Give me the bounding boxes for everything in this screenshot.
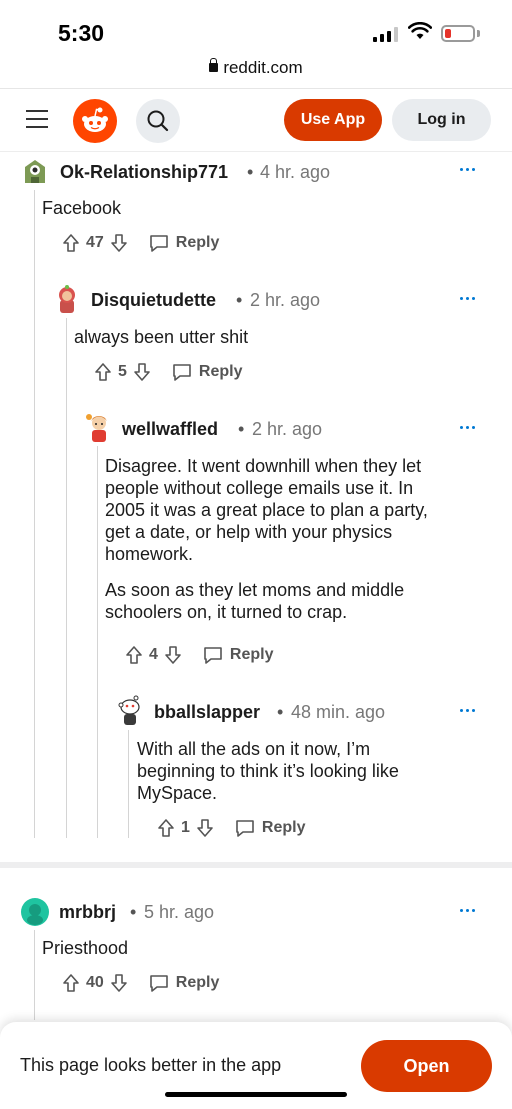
vote-count: 4	[149, 646, 158, 663]
address-bar[interactable]: reddit.com	[0, 58, 512, 86]
downvote-icon[interactable]	[133, 362, 151, 382]
comment-body: Priesthood	[42, 938, 129, 958]
vote-count: 40	[86, 974, 104, 991]
cellular-signal-icon	[373, 26, 399, 42]
reply-icon[interactable]	[202, 645, 224, 665]
search-icon	[147, 110, 169, 132]
vote-count: 5	[118, 363, 127, 380]
status-bar: 5:30	[0, 0, 512, 58]
use-app-button[interactable]: Use App	[284, 99, 382, 141]
url-text: reddit.com	[223, 58, 303, 77]
comment-body: Facebook	[42, 198, 122, 218]
upvote-icon[interactable]	[94, 362, 112, 382]
upvote-icon[interactable]	[62, 973, 80, 993]
reply-icon[interactable]	[234, 818, 256, 838]
thread-line[interactable]	[97, 446, 98, 838]
comment-body: always been utter shit	[74, 327, 249, 347]
comment-actions: 1 Reply	[157, 816, 305, 840]
downvote-icon[interactable]	[110, 973, 128, 993]
user-avatar[interactable]	[51, 283, 83, 315]
reply-icon[interactable]	[148, 233, 170, 253]
user-avatar[interactable]	[83, 411, 115, 443]
battery-icon	[441, 25, 475, 42]
comment-timestamp[interactable]: 48 min. ago	[291, 702, 385, 723]
more-options-icon[interactable]	[460, 908, 478, 914]
comment-body: Disagree. It went downhill when they let…	[105, 456, 428, 622]
reddit-logo[interactable]	[73, 99, 117, 143]
banner-message: This page looks better in the app	[20, 1055, 282, 1075]
reply-icon[interactable]	[171, 362, 193, 382]
reply-button[interactable]: Reply	[176, 974, 220, 992]
comment-timestamp[interactable]: 5 hr. ago	[144, 902, 214, 923]
site-header: Use App Log in	[0, 88, 512, 152]
vote-count: 1	[181, 819, 190, 836]
log-in-button[interactable]: Log in	[392, 99, 491, 141]
thread-line[interactable]	[128, 730, 129, 838]
reply-icon[interactable]	[148, 973, 170, 993]
comment-timestamp[interactable]: 2 hr. ago	[250, 290, 320, 311]
lock-icon	[209, 58, 219, 72]
comment-timestamp[interactable]: 4 hr. ago	[260, 162, 330, 183]
search-button[interactable]	[136, 99, 180, 143]
reddit-alien-icon	[82, 107, 108, 132]
comment-username[interactable]: mrbbrj	[59, 902, 116, 923]
more-options-icon[interactable]	[460, 296, 478, 302]
open-app-button[interactable]: Open	[361, 1040, 492, 1092]
user-avatar[interactable]	[19, 155, 51, 187]
comment-timestamp[interactable]: 2 hr. ago	[252, 419, 322, 440]
comment-username[interactable]: wellwaffled	[122, 419, 218, 440]
downvote-icon[interactable]	[110, 233, 128, 253]
comment-username[interactable]: bballslapper	[154, 702, 260, 723]
thread-line[interactable]	[34, 190, 35, 838]
more-options-icon[interactable]	[460, 167, 478, 173]
more-options-icon[interactable]	[460, 425, 478, 431]
reply-button[interactable]: Reply	[262, 819, 306, 837]
user-avatar[interactable]	[19, 896, 51, 928]
comment-actions: 47 Reply	[62, 231, 219, 255]
section-divider	[0, 862, 512, 868]
menu-icon[interactable]	[26, 110, 48, 128]
downvote-icon[interactable]	[196, 818, 214, 838]
comment-actions: 4 Reply	[125, 643, 273, 667]
vote-count: 47	[86, 234, 104, 251]
status-time: 5:30	[58, 20, 105, 46]
wifi-icon	[408, 22, 432, 39]
comment-actions: 5 Reply	[94, 360, 242, 384]
upvote-icon[interactable]	[62, 233, 80, 253]
upvote-icon[interactable]	[157, 818, 175, 838]
user-avatar[interactable]	[114, 694, 146, 726]
home-indicator[interactable]	[165, 1092, 347, 1097]
thread-line[interactable]	[34, 930, 35, 1020]
comment-body: With all the ads on it now, I’m beginnin…	[137, 739, 399, 803]
more-options-icon[interactable]	[460, 708, 478, 714]
comment-username[interactable]: Disquietudette	[91, 290, 216, 311]
thread-line[interactable]	[66, 318, 67, 838]
reply-button[interactable]: Reply	[199, 363, 243, 381]
upvote-icon[interactable]	[125, 645, 143, 665]
comment-username[interactable]: Ok-Relationship771	[60, 162, 228, 183]
downvote-icon[interactable]	[164, 645, 182, 665]
reply-button[interactable]: Reply	[176, 234, 220, 252]
comment-actions: 40 Reply	[62, 971, 219, 995]
reply-button[interactable]: Reply	[230, 646, 274, 664]
